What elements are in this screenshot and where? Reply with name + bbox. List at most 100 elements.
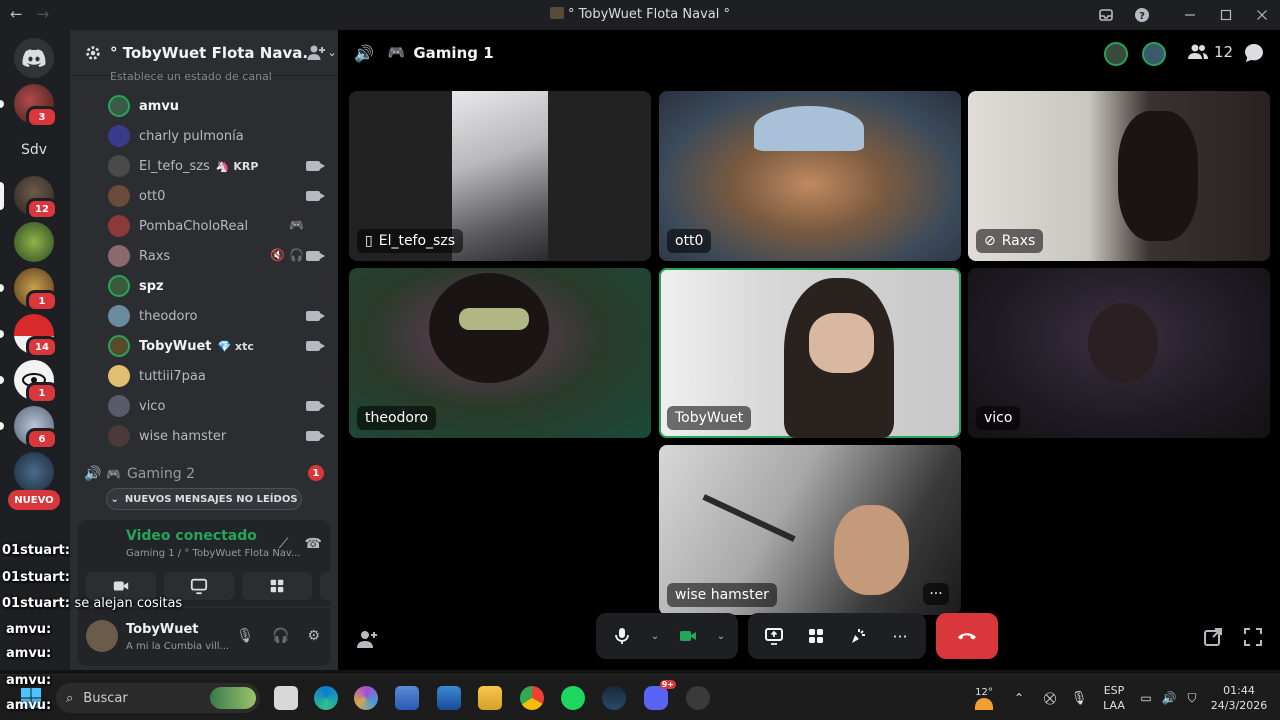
voice-member[interactable]: TobyWuet 💎 xtc [108,332,328,360]
soundboard-button[interactable] [840,618,876,654]
participant-nametag: vico [976,406,1021,430]
video-tile[interactable]: wise hamster ··· [659,445,961,615]
video-tile[interactable]: ▯ El_tefo_szs [349,91,651,261]
server-icon[interactable]: 14 [0,314,58,358]
discord-taskbar-badge: 9+ [659,680,676,689]
clock[interactable]: 01:44 24/3/2026 [1204,683,1274,713]
chevron-down-icon[interactable]: ⌄ [646,618,664,654]
video-tile[interactable]: theodoro [349,268,651,438]
voice-member[interactable]: PombaCholoReal 🎮 [108,212,328,240]
video-tile[interactable]: ott0 [659,91,961,261]
edge-icon[interactable] [314,686,338,710]
new-messages-button[interactable]: ⌄ NUEVOS MENSAJES NO LEÍDOS [106,488,302,510]
obs-icon[interactable] [686,686,710,710]
voice-member[interactable]: El_tefo_szs 🦄 KRP [108,152,328,180]
invite-people-icon[interactable] [356,628,378,650]
store-icon[interactable] [395,686,419,710]
chevron-down-icon[interactable]: ⌄ [712,618,730,654]
participant-name: El_tefo_szs [378,233,455,249]
more-options-icon[interactable]: ··· [882,618,918,654]
server-icon[interactable]: 12 [0,176,58,220]
battery-icon[interactable]: ⛉ [1180,691,1204,706]
display-icon[interactable]: ▭ [1134,691,1158,705]
steam-icon[interactable] [602,686,626,710]
windows-taskbar: ⌕ Buscar 9+ 12° ⌃ ⛒ 🎙 ESP LAA ▭ 🔊 ⛉ 01:44… [0,674,1280,720]
more-options-button[interactable]: ··· [923,583,949,605]
voice-member[interactable]: vico [108,392,328,420]
forward-icon[interactable]: → [37,5,50,23]
video-tile[interactable]: vico [968,268,1270,438]
weather-icon [975,697,993,710]
server-icon[interactable]: 6 [0,406,58,450]
server-icon[interactable]: 1 [0,268,58,312]
disconnect-button[interactable] [936,613,998,659]
microphone-icon[interactable]: 🎙 [236,628,254,644]
task-view-icon[interactable] [274,686,298,710]
avatar[interactable] [1142,42,1166,66]
popout-icon[interactable] [1202,626,1224,648]
participants-button[interactable]: 12 [1188,43,1233,61]
activities-button[interactable] [798,618,834,654]
voice-member[interactable]: Raxs 🔇 🎧 [108,242,328,270]
participant-nametag: wise hamster [667,583,777,607]
camera-button[interactable] [670,618,706,654]
settings-gear-icon[interactable]: ⚙ [307,628,320,644]
server-icon[interactable] [14,452,54,492]
avatar[interactable] [86,620,118,652]
volume-icon[interactable]: 🔊 [1158,691,1180,705]
voice-member[interactable]: wise hamster [108,422,328,450]
participant-name: vico [984,410,1013,426]
chat-bubble-icon[interactable] [1243,42,1265,64]
spotify-icon[interactable] [561,686,585,710]
copilot-icon[interactable] [354,686,378,710]
avatar [108,155,130,177]
file-explorer-icon[interactable] [478,686,502,710]
server-icon[interactable]: 1 [0,360,58,404]
microphone-button[interactable] [604,618,640,654]
taskbar-search[interactable]: ⌕ Buscar [56,683,260,713]
outlook-icon[interactable] [437,686,461,710]
voice-member[interactable]: spz [108,272,328,300]
gear-icon [86,45,100,60]
avatar[interactable] [1104,42,1128,66]
voice-channel-gaming-2[interactable]: 🔊 🎮 Gaming 2 1 [84,462,330,486]
discord-home-button[interactable] [14,38,54,78]
voice-member[interactable]: amvu [108,92,328,120]
disconnect-icon[interactable]: ☎ [305,536,322,552]
noise-suppression-icon[interactable]: ⟋ [279,536,289,552]
video-feed [1088,303,1158,383]
inbox-icon[interactable] [1088,0,1124,30]
camera-icon [306,401,325,411]
maximize-button[interactable] [1208,0,1244,30]
fullscreen-icon[interactable] [1242,626,1264,648]
close-button[interactable] [1244,0,1280,30]
add-user-icon[interactable] [306,43,326,63]
voice-member[interactable]: ott0 [108,182,328,210]
custom-status: A mi la Cumbia vill... [126,641,230,652]
language-indicator[interactable]: ESP LAA [1094,683,1134,713]
voice-member[interactable]: charly pulmonía [108,122,328,150]
headphones-icon[interactable]: 🎧 [272,628,289,644]
microphone-tray-icon[interactable]: 🎙 [1064,691,1094,706]
minimize-button[interactable] [1172,0,1208,30]
channel-status-prompt[interactable]: Establece un estado de canal [110,70,272,83]
network-icon[interactable]: ⛒ [1036,691,1064,706]
camera-icon [306,431,325,441]
chrome-icon[interactable] [520,686,544,710]
voice-member[interactable]: theodoro [108,302,328,330]
video-tile[interactable]: TobyWuet [659,268,961,438]
video-tile[interactable]: ⊘ Raxs [968,91,1270,261]
server-icon[interactable] [14,222,54,262]
server-icon[interactable]: 3 [0,84,58,128]
screen-share-button[interactable] [756,618,792,654]
search-icon: ⌕ [66,690,74,706]
discord-taskbar-icon[interactable]: 9+ [644,680,676,710]
weather-widget[interactable]: 12° [966,687,1002,710]
server-icon-sdv[interactable]: Sdv [14,130,54,170]
help-icon[interactable]: ? [1124,0,1160,30]
activities-button[interactable] [242,572,312,600]
voice-member[interactable]: tuttiii7paa [108,362,328,390]
new-servers-pill[interactable]: NUEVO [8,490,60,510]
chevron-up-icon[interactable]: ⌃ [1002,691,1036,705]
back-icon[interactable]: ← [10,5,23,23]
